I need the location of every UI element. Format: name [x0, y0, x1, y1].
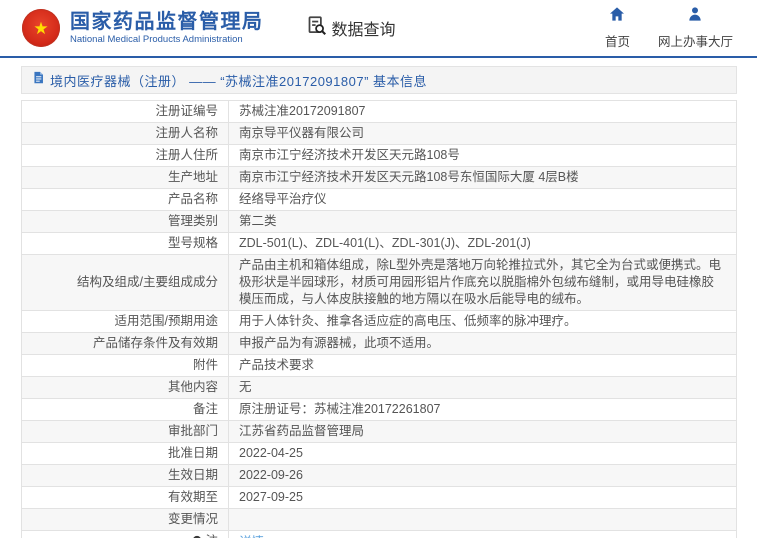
table-row: 注册人名称南京导平仪器有限公司 [22, 123, 737, 145]
row-value: 苏械注准20172091807 [229, 101, 737, 123]
nav-service-hall[interactable]: 网上办事大厅 [658, 6, 733, 50]
row-label: 产品储存条件及有效期 [22, 333, 229, 355]
document-search-icon [306, 15, 327, 41]
table-row: 批准日期2022-04-25 [22, 443, 737, 465]
row-label: 生产地址 [22, 167, 229, 189]
row-value: 第二类 [229, 211, 737, 233]
nav-data-query[interactable]: 数据查询 [306, 15, 396, 41]
nav-data-query-label: 数据查询 [332, 16, 396, 40]
table-row: 产品储存条件及有效期申报产品为有源器械，此项不适用。 [22, 333, 737, 355]
row-value: 无 [229, 377, 737, 399]
table-row: 审批部门江苏省药品监督管理局 [22, 421, 737, 443]
table-row: 产品名称经络导平治疗仪 [22, 189, 737, 211]
person-icon [687, 6, 703, 27]
row-label: 注 [22, 531, 229, 538]
row-label: 附件 [22, 355, 229, 377]
nav-home[interactable]: 首页 [605, 6, 630, 50]
table-row: 注详情 [22, 531, 737, 538]
table-row: 生效日期2022-09-26 [22, 465, 737, 487]
home-icon [609, 6, 625, 27]
row-value: 用于人体针灸、推拿各适应症的高电压、低频率的脉冲理疗。 [229, 311, 737, 333]
row-value [229, 509, 737, 531]
row-label: 注册人住所 [22, 145, 229, 167]
row-label: 管理类别 [22, 211, 229, 233]
main-content: 境内医疗器械（注册） —— “苏械注准20172091807” 基本信息 注册证… [0, 58, 757, 538]
document-icon [32, 71, 50, 89]
table-row: 注册人住所南京市江宁经济技术开发区天元路108号 [22, 145, 737, 167]
row-label: 产品名称 [22, 189, 229, 211]
row-label: 型号规格 [22, 233, 229, 255]
org-title-zh: 国家药品监督管理局 [70, 10, 264, 34]
row-value: 申报产品为有源器械，此项不适用。 [229, 333, 737, 355]
row-label: 有效期至 [22, 487, 229, 509]
table-row: 管理类别第二类 [22, 211, 737, 233]
table-row: 适用范围/预期用途用于人体针灸、推拿各适应症的高电压、低频率的脉冲理疗。 [22, 311, 737, 333]
row-label: 适用范围/预期用途 [22, 311, 229, 333]
registration-info-table: 注册证编号苏械注准20172091807注册人名称南京导平仪器有限公司注册人住所… [21, 100, 737, 538]
row-value: 产品由主机和箱体组成，除L型外壳是落地万向轮推拉式外，其它全为台式或便携式。电极… [229, 255, 737, 311]
row-value: 经络导平治疗仪 [229, 189, 737, 211]
table-row: 变更情况 [22, 509, 737, 531]
org-names: 国家药品监督管理局 National Medical Products Admi… [70, 10, 264, 46]
header: ★ 国家药品监督管理局 National Medical Products Ad… [0, 0, 757, 58]
info-table-body: 注册证编号苏械注准20172091807注册人名称南京导平仪器有限公司注册人住所… [22, 101, 737, 538]
row-label: 生效日期 [22, 465, 229, 487]
table-row: 结构及组成/主要组成成分产品由主机和箱体组成，除L型外壳是落地万向轮推拉式外，其… [22, 255, 737, 311]
breadcrumb: 境内医疗器械（注册） —— “苏械注准20172091807” 基本信息 [21, 66, 737, 94]
row-value: 产品技术要求 [229, 355, 737, 377]
row-label: 变更情况 [22, 509, 229, 531]
row-value: 详情 [229, 531, 737, 538]
breadcrumb-text: 境内医疗器械（注册） —— “苏械注准20172091807” 基本信息 [50, 71, 427, 90]
row-label: 结构及组成/主要组成成分 [22, 255, 229, 311]
row-label: 注册人名称 [22, 123, 229, 145]
row-label: 批准日期 [22, 443, 229, 465]
nav-service-hall-label: 网上办事大厅 [658, 31, 733, 50]
row-label: 审批部门 [22, 421, 229, 443]
row-label: 其他内容 [22, 377, 229, 399]
org-title-en: National Medical Products Administration [70, 34, 264, 46]
table-row: 生产地址南京市江宁经济技术开发区天元路108号东恒国际大厦 4层B楼 [22, 167, 737, 189]
row-value: ZDL-501(L)、ZDL-401(L)、ZDL-301(J)、ZDL-201… [229, 233, 737, 255]
row-value: 原注册证号：苏械注准20172261807 [229, 399, 737, 421]
row-label: 注册证编号 [22, 101, 229, 123]
row-value: 南京导平仪器有限公司 [229, 123, 737, 145]
row-value: 南京市江宁经济技术开发区天元路108号 [229, 145, 737, 167]
row-value: 2022-04-25 [229, 443, 737, 465]
table-row: 附件产品技术要求 [22, 355, 737, 377]
row-value: 南京市江宁经济技术开发区天元路108号东恒国际大厦 4层B楼 [229, 167, 737, 189]
nav-home-label: 首页 [605, 31, 630, 50]
table-row: 注册证编号苏械注准20172091807 [22, 101, 737, 123]
table-row: 备注原注册证号：苏械注准20172261807 [22, 399, 737, 421]
table-row: 型号规格ZDL-501(L)、ZDL-401(L)、ZDL-301(J)、ZDL… [22, 233, 737, 255]
table-row: 有效期至2027-09-25 [22, 487, 737, 509]
table-row: 其他内容无 [22, 377, 737, 399]
row-value: 2022-09-26 [229, 465, 737, 487]
header-right-nav: 首页 网上办事大厅 [605, 6, 743, 50]
row-label: 备注 [22, 399, 229, 421]
row-value: 江苏省药品监督管理局 [229, 421, 737, 443]
nmpa-logo: ★ 国家药品监督管理局 National Medical Products Ad… [22, 9, 264, 47]
national-emblem-icon: ★ [22, 9, 60, 47]
row-value: 2027-09-25 [229, 487, 737, 509]
